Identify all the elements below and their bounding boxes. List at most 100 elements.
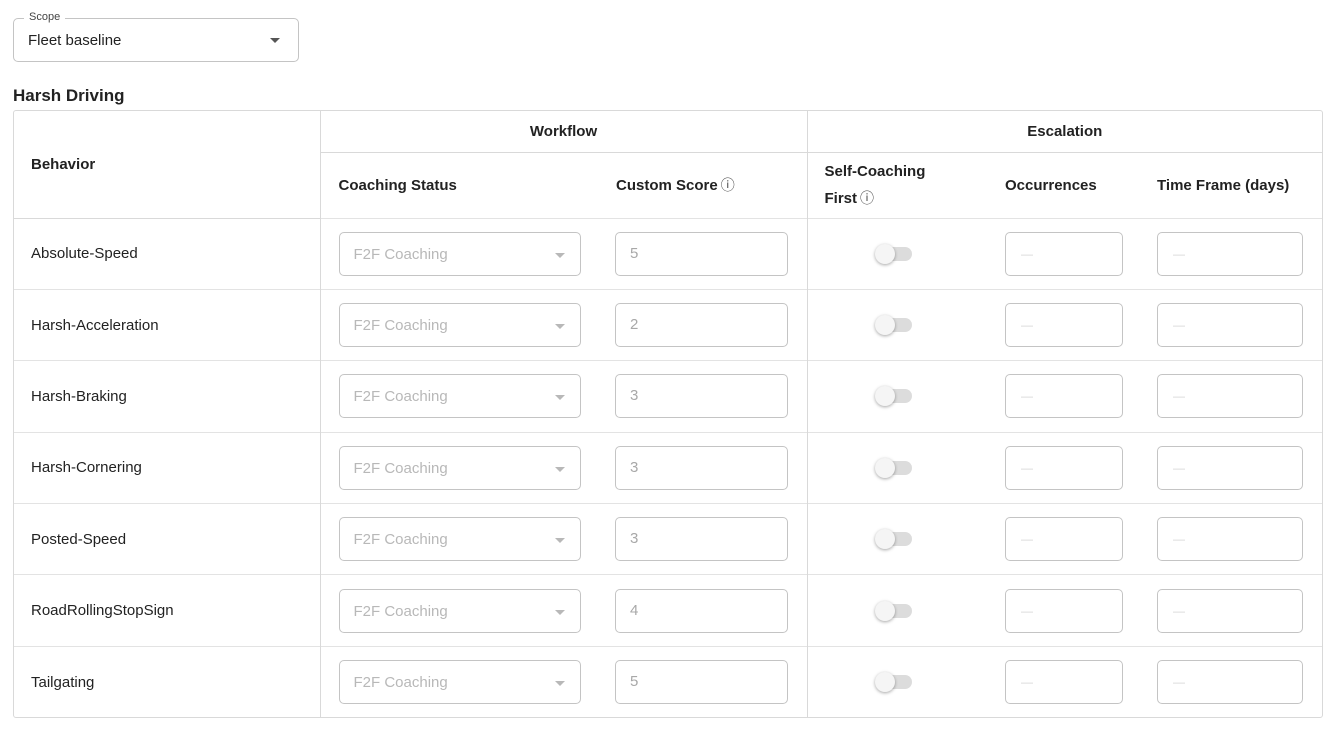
custom-score-cell: 5 bbox=[598, 645, 808, 717]
occurrences-input[interactable]: — bbox=[1005, 374, 1124, 419]
behavior-name: Harsh-Cornering bbox=[14, 431, 320, 504]
occurrences-cell: — bbox=[987, 645, 1141, 717]
chevron-down-icon bbox=[554, 324, 565, 330]
behavior-name: Harsh-Braking bbox=[14, 360, 320, 433]
coaching-status-select[interactable]: F2F Coaching bbox=[338, 374, 581, 419]
chevron-down-icon bbox=[270, 38, 280, 43]
coaching-status-select[interactable]: F2F Coaching bbox=[338, 231, 581, 276]
custom-score-cell: 3 bbox=[598, 360, 808, 433]
coaching-status-value: F2F Coaching bbox=[353, 388, 448, 406]
chevron-down-icon bbox=[554, 395, 565, 401]
coaching-status-select[interactable]: F2F Coaching bbox=[338, 445, 581, 490]
time-frame-input[interactable]: — bbox=[1157, 374, 1304, 419]
table-row: Harsh-Acceleration F2F Coaching 2 — — bbox=[14, 288, 1322, 361]
self-coaching-toggle[interactable] bbox=[874, 315, 912, 336]
behavior-table: Behavior Workflow Escalation Coaching St… bbox=[13, 110, 1323, 718]
time-frame-input[interactable]: — bbox=[1157, 517, 1304, 562]
time-frame-input[interactable]: — bbox=[1157, 445, 1304, 490]
toggle-thumb bbox=[874, 457, 895, 478]
self-coaching-cell bbox=[806, 645, 988, 717]
self-coaching-toggle[interactable] bbox=[874, 457, 912, 478]
behavior-name: Posted-Speed bbox=[14, 503, 320, 575]
custom-score-input[interactable]: 3 bbox=[615, 517, 788, 562]
self-coaching-toggle[interactable] bbox=[874, 386, 912, 407]
chevron-down-icon bbox=[554, 609, 565, 615]
occurrences-input[interactable]: — bbox=[1005, 517, 1124, 562]
custom-score-input[interactable]: 5 bbox=[615, 660, 788, 705]
group-header-workflow: Workflow bbox=[319, 111, 808, 153]
scope-select[interactable]: Scope Fleet baseline bbox=[13, 11, 299, 62]
self-coaching-cell bbox=[806, 431, 988, 504]
self-coaching-cell bbox=[806, 574, 988, 647]
custom-score-input[interactable]: 3 bbox=[615, 445, 788, 490]
table-row: Absolute-Speed F2F Coaching 5 — — bbox=[14, 217, 1322, 290]
group-header-escalation: Escalation bbox=[806, 111, 1322, 153]
toggle-thumb bbox=[874, 315, 895, 336]
time-frame-cell: — bbox=[1140, 360, 1322, 433]
self-coaching-label-line1: Self-Coaching bbox=[824, 163, 926, 180]
occurrences-input[interactable]: — bbox=[1005, 660, 1124, 705]
coaching-status-cell: F2F Coaching bbox=[319, 431, 598, 504]
time-frame-input[interactable]: — bbox=[1157, 588, 1304, 633]
coaching-status-value: F2F Coaching bbox=[353, 317, 448, 335]
column-header-self-coaching-first: Self-Coaching First ⓘ bbox=[806, 152, 988, 218]
occurrences-cell: — bbox=[987, 574, 1141, 647]
occurrences-input[interactable]: — bbox=[1005, 231, 1124, 276]
chevron-down-icon bbox=[554, 252, 565, 258]
behavior-name: RoadRollingStopSign bbox=[14, 574, 320, 647]
custom-score-input[interactable]: 5 bbox=[615, 231, 788, 276]
custom-score-input[interactable]: 4 bbox=[615, 588, 788, 633]
self-coaching-toggle[interactable] bbox=[874, 672, 912, 693]
custom-score-cell: 3 bbox=[598, 431, 808, 504]
self-coaching-toggle[interactable] bbox=[874, 600, 912, 621]
occurrences-input[interactable]: — bbox=[1005, 303, 1124, 348]
coaching-status-select[interactable]: F2F Coaching bbox=[338, 660, 581, 705]
occurrences-cell: — bbox=[987, 360, 1141, 433]
scope-label: Scope bbox=[24, 11, 66, 23]
table-row: Posted-Speed F2F Coaching 3 — — bbox=[14, 503, 1322, 575]
coaching-status-cell: F2F Coaching bbox=[319, 217, 598, 290]
time-frame-input[interactable]: — bbox=[1157, 660, 1304, 705]
coaching-status-value: F2F Coaching bbox=[353, 459, 448, 477]
self-coaching-toggle[interactable] bbox=[874, 243, 912, 264]
time-frame-cell: — bbox=[1140, 217, 1322, 290]
time-frame-cell: — bbox=[1140, 574, 1322, 647]
self-coaching-toggle[interactable] bbox=[874, 529, 912, 550]
toggle-thumb bbox=[874, 243, 895, 264]
self-coaching-label-line2: First bbox=[824, 190, 858, 207]
scope-value: Fleet baseline bbox=[28, 32, 122, 49]
occurrences-input[interactable]: — bbox=[1005, 445, 1124, 490]
occurrences-cell: — bbox=[987, 431, 1141, 504]
toggle-thumb bbox=[874, 672, 895, 693]
occurrences-cell: — bbox=[987, 288, 1141, 361]
coaching-status-select[interactable]: F2F Coaching bbox=[338, 303, 581, 348]
table-row: RoadRollingStopSign F2F Coaching 4 — — bbox=[14, 574, 1322, 647]
table-row: Harsh-Cornering F2F Coaching 3 — — bbox=[14, 431, 1322, 504]
chevron-down-icon bbox=[554, 538, 565, 544]
custom-score-input[interactable]: 2 bbox=[615, 303, 788, 348]
behavior-name: Harsh-Acceleration bbox=[14, 288, 320, 361]
time-frame-input[interactable]: — bbox=[1157, 231, 1304, 276]
time-frame-input[interactable]: — bbox=[1157, 303, 1304, 348]
column-header-custom-score: Custom Score ⓘ bbox=[598, 152, 807, 218]
info-icon[interactable]: ⓘ bbox=[860, 190, 874, 206]
coaching-status-select[interactable]: F2F Coaching bbox=[338, 588, 581, 633]
coaching-status-cell: F2F Coaching bbox=[319, 288, 598, 361]
coaching-status-value: F2F Coaching bbox=[353, 245, 448, 263]
coaching-status-value: F2F Coaching bbox=[353, 674, 448, 692]
info-icon[interactable]: ⓘ bbox=[721, 177, 735, 193]
toggle-thumb bbox=[874, 386, 895, 407]
coaching-status-select[interactable]: F2F Coaching bbox=[338, 517, 581, 562]
column-header-time-frame: Time Frame (days) bbox=[1157, 176, 1290, 194]
section-title: Harsh Driving bbox=[13, 86, 125, 105]
self-coaching-cell bbox=[806, 288, 988, 361]
time-frame-cell: — bbox=[1140, 645, 1322, 717]
table-row: Harsh-Braking F2F Coaching 3 — — bbox=[14, 360, 1322, 433]
chevron-down-icon bbox=[554, 466, 565, 472]
occurrences-input[interactable]: — bbox=[1005, 588, 1124, 633]
column-header-behavior: Behavior bbox=[14, 111, 320, 219]
custom-score-input[interactable]: 3 bbox=[615, 374, 788, 419]
coaching-status-cell: F2F Coaching bbox=[319, 645, 598, 717]
self-coaching-cell bbox=[806, 503, 988, 575]
coaching-status-cell: F2F Coaching bbox=[319, 574, 598, 647]
